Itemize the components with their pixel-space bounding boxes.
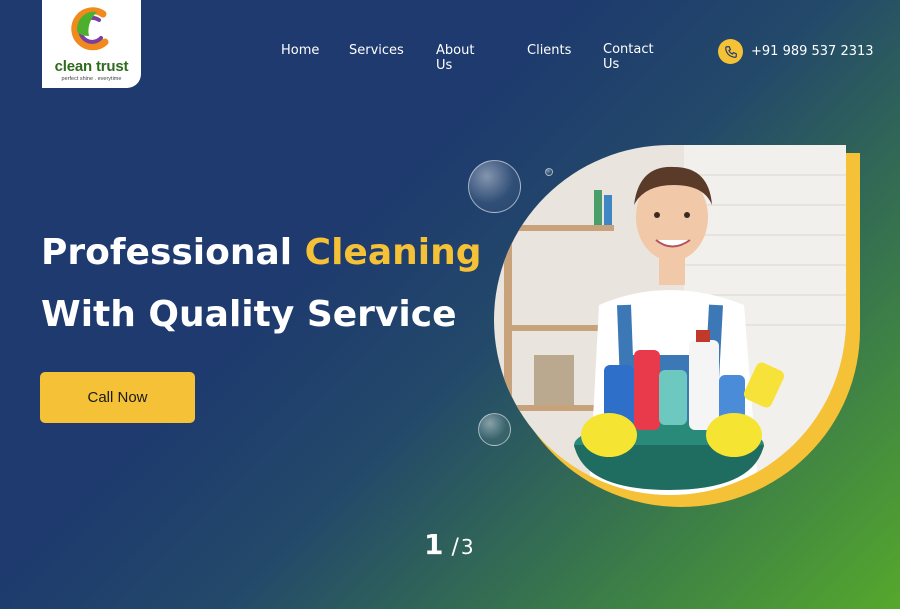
logo[interactable]: clean trust perfect shine . everytime (42, 0, 141, 88)
slider-separator: / (451, 535, 459, 560)
slider-pager: 1 / 3 (424, 528, 474, 561)
nav-about-us[interactable]: About Us (436, 43, 474, 73)
logo-mark-icon (70, 7, 108, 51)
brand-tagline: perfect shine . everytime (61, 76, 122, 82)
call-now-button[interactable]: Call Now (40, 372, 195, 423)
nav-services[interactable]: Services (349, 43, 404, 58)
slider-current: 1 (424, 528, 444, 561)
hero-image (494, 145, 860, 507)
hero-title-accent: Cleaning (304, 232, 482, 273)
hero-title: Professional Cleaning With Quality Servi… (41, 222, 482, 346)
nav-contact-us[interactable]: Contact Us (603, 42, 654, 72)
hero-title-part1: Professional (41, 232, 305, 273)
phone-number: +91 989 537 2313 (751, 44, 874, 59)
nav-clients[interactable]: Clients (527, 43, 571, 58)
phone-icon (718, 39, 743, 64)
cleaning-woman-photo (494, 145, 846, 495)
phone-contact[interactable]: +91 989 537 2313 (718, 39, 874, 64)
brand-name: clean trust (54, 58, 129, 75)
hero-title-line2: With Quality Service (41, 294, 457, 335)
nav-home[interactable]: Home (281, 43, 319, 58)
slider-total: 3 (460, 535, 474, 559)
